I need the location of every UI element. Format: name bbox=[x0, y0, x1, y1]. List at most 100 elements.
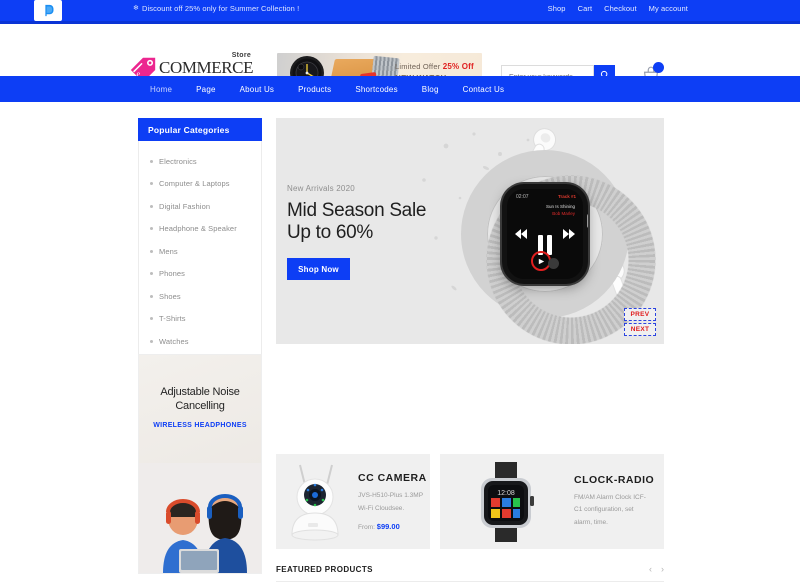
previous-track-icon bbox=[515, 229, 527, 239]
sidebar-item-shoes[interactable]: Shoes bbox=[139, 285, 261, 308]
nav-item-contact-us[interactable]: Contact Us bbox=[451, 76, 517, 102]
headphones-promo-banner[interactable]: Adjustable Noise Cancelling WIRELESS HEA… bbox=[138, 354, 262, 574]
sidebar-item-label: Phones bbox=[159, 269, 186, 279]
site-header: e Store COMMERCE Limited Offer 25% Off E… bbox=[0, 24, 800, 93]
chevron-left-icon[interactable]: ‹ bbox=[649, 565, 652, 574]
nav-item-home[interactable]: Home bbox=[138, 76, 184, 102]
sidebar-item-electronics[interactable]: Electronics bbox=[139, 150, 261, 173]
twitter-bird-icon bbox=[44, 4, 53, 17]
cc-camera-description: JVS-H510-Plus 1.3MP Wi-Fi Cloudsee. bbox=[358, 490, 427, 514]
watch-time: 02:07 bbox=[516, 194, 529, 200]
brand-logo-text: Store COMMERCE bbox=[159, 52, 253, 76]
sidebar-item-t-shirts[interactable]: T-Shirts bbox=[139, 308, 261, 331]
sidebar-item-label: T-Shirts bbox=[159, 314, 186, 324]
sidebar-item-phones[interactable]: Phones bbox=[139, 263, 261, 286]
clock-radio-desc-line1: FM/AM Alarm Clock ICF- bbox=[574, 494, 646, 502]
hero-copy: New Arrivals 2020 Mid Season Sale Up to … bbox=[287, 184, 426, 245]
slider-controls: PREV NEXT bbox=[624, 308, 656, 338]
featured-products-arrows: ‹ › bbox=[649, 565, 664, 574]
sidebar-item-digital-fashion[interactable]: Digital Fashion bbox=[139, 195, 261, 218]
next-track-icon bbox=[563, 229, 575, 239]
clock-radio-copy: CLOCK-RADIO FM/AM Alarm Clock ICF- C1 co… bbox=[570, 474, 654, 528]
bullet-icon bbox=[150, 204, 153, 208]
sidebar-item-label: Headphone & Speaker bbox=[159, 224, 237, 234]
bullet-icon bbox=[150, 227, 153, 231]
cc-camera-title: CC CAMERA bbox=[358, 472, 427, 485]
cc-camera-price-value: $99.00 bbox=[376, 521, 400, 531]
watch-song-title: Sun Is Shining bbox=[545, 204, 575, 209]
popular-categories-list: Electronics Computer & Laptops Digital F… bbox=[138, 141, 262, 385]
sidebar-item-label: Shoes bbox=[159, 291, 181, 301]
sidebar-item-computer-laptops[interactable]: Computer & Laptops bbox=[139, 173, 261, 196]
brand-commerce-word: COMMERCE bbox=[159, 58, 254, 77]
headphones-banner-title: Adjustable Noise Cancelling bbox=[139, 385, 261, 414]
topbar-promo: ❄ Discount off 25% only for Summer Colle… bbox=[133, 4, 299, 13]
watch-body-decor: 02:07 Track #1 Sun Is Shining Bob Marley bbox=[502, 184, 588, 284]
promo-card-cc-camera[interactable]: CC CAMERA JVS-H510-Plus 1.3MP Wi-Fi Clou… bbox=[276, 454, 430, 549]
page-root: ❄ Discount off 25% only for Summer Colle… bbox=[0, 0, 800, 587]
watch-track-badge: Track #1 bbox=[557, 194, 576, 199]
headphones-banner-subtitle: WIRELESS HEADPHONES bbox=[153, 422, 247, 429]
headphones-banner-title-line1: Adjustable Noise bbox=[160, 386, 240, 398]
banner-line1-prefix: Limited Offer bbox=[395, 62, 443, 71]
sidebar-item-label: Digital Fashion bbox=[159, 201, 211, 211]
featured-products-header: FEATURED PRODUCTS ‹ › bbox=[276, 565, 664, 582]
smartwatch-image: 02:07 Track #1 Sun Is Shining Bob Marley bbox=[461, 150, 629, 318]
watch-crown-decor bbox=[587, 214, 588, 228]
bullet-icon bbox=[150, 294, 153, 298]
nav-item-blog[interactable]: Blog bbox=[410, 76, 451, 102]
sidebar-item-headphone-speaker[interactable]: Headphone & Speaker bbox=[139, 218, 261, 241]
bullet-icon bbox=[150, 249, 153, 253]
nav-item-products[interactable]: Products bbox=[286, 76, 343, 102]
topbar-link-my-account[interactable]: My account bbox=[649, 4, 688, 13]
topbar: ❄ Discount off 25% only for Summer Colle… bbox=[0, 0, 800, 21]
bullet-icon bbox=[150, 272, 153, 276]
hero-slider[interactable]: New Arrivals 2020 Mid Season Sale Up to … bbox=[276, 118, 664, 344]
watch-screen: 02:07 Track #1 Sun Is Shining Bob Marley bbox=[507, 189, 583, 279]
shop-now-button[interactable]: Shop Now bbox=[287, 258, 350, 280]
nav-item-shortcodes[interactable]: Shortcodes bbox=[343, 76, 409, 102]
cc-camera-image bbox=[276, 454, 354, 549]
main-nav: Home Page About Us Products Shortcodes B… bbox=[0, 76, 800, 178]
cc-camera-copy: CC CAMERA JVS-H510-Plus 1.3MP Wi-Fi Clou… bbox=[354, 472, 427, 530]
clock-radio-desc-line3: alarm, time. bbox=[574, 518, 608, 526]
nav-item-about-us[interactable]: About Us bbox=[228, 76, 287, 102]
sidebar-item-label: Mens bbox=[159, 246, 178, 256]
slider-prev-button[interactable]: PREV bbox=[624, 308, 656, 321]
sidebar-item-label: Computer & Laptops bbox=[159, 179, 230, 189]
sidebar-item-label: Electronics bbox=[159, 156, 197, 166]
cc-camera-desc-line2: Wi-Fi Cloudsee. bbox=[358, 504, 405, 512]
banner-line1: Limited Offer 25% Off bbox=[395, 62, 482, 71]
watch-song-artist: Bob Marley bbox=[552, 211, 575, 216]
cc-camera-price-label: From: bbox=[358, 523, 375, 531]
clock-radio-title: CLOCK-RADIO bbox=[574, 474, 655, 487]
hero-title-line2: Up to 60% bbox=[287, 222, 374, 244]
hero-kicker: New Arrivals 2020 bbox=[287, 184, 355, 193]
cart-count-badge bbox=[653, 62, 664, 73]
nav-item-page[interactable]: Page bbox=[184, 76, 227, 102]
bullet-icon bbox=[150, 339, 153, 343]
topbar-link-checkout[interactable]: Checkout bbox=[604, 4, 637, 13]
nav-items: Home Page About Us Products Shortcodes B… bbox=[138, 76, 516, 102]
popular-categories-title: Popular Categories bbox=[148, 124, 230, 135]
svg-text:12:08: 12:08 bbox=[497, 490, 515, 497]
cc-camera-price: From: $99.00 bbox=[358, 522, 427, 531]
clock-radio-description: FM/AM Alarm Clock ICF- C1 configuration,… bbox=[574, 492, 654, 528]
topbar-link-shop[interactable]: Shop bbox=[548, 4, 566, 13]
page-content: Popular Categories Electronics Computer … bbox=[0, 102, 800, 587]
sidebar-item-watches[interactable]: Watches bbox=[139, 330, 261, 353]
topbar-link-cart[interactable]: Cart bbox=[578, 4, 593, 13]
topbar-links: Shop Cart Checkout My account bbox=[548, 4, 688, 13]
headphones-banner-title-line2: Cancelling bbox=[175, 400, 225, 413]
site-logo-badge[interactable] bbox=[34, 0, 62, 21]
sidebar-item-mens[interactable]: Mens bbox=[139, 240, 261, 263]
promo-card-clock-radio[interactable]: 12:08 CLOCK-RADIO FM/AM Alarm Clock ICF-… bbox=[440, 454, 664, 549]
chevron-right-icon[interactable]: › bbox=[661, 565, 664, 574]
banner-discount-highlight: 25% Off bbox=[442, 62, 474, 71]
sidebar-item-label: Watches bbox=[159, 336, 189, 346]
slider-next-button[interactable]: NEXT bbox=[624, 323, 656, 336]
popular-categories-header: Popular Categories bbox=[138, 118, 262, 141]
featured-products-title: FEATURED PRODUCTS bbox=[276, 565, 373, 574]
hero-title-line1: Mid Season Sale bbox=[287, 200, 427, 221]
popular-categories-panel: Popular Categories Electronics Computer … bbox=[138, 118, 262, 385]
